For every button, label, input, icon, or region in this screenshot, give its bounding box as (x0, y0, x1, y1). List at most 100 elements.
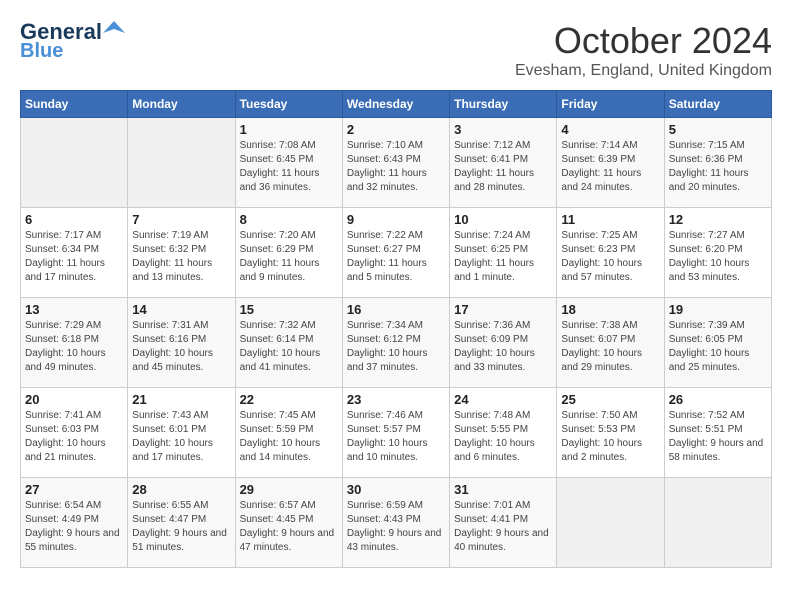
day-info: Sunrise: 6:55 AM Sunset: 4:47 PM Dayligh… (132, 499, 230, 555)
location: Evesham, England, United Kingdom (515, 62, 772, 80)
day-number: 27 (25, 482, 123, 497)
logo: General Blue (20, 20, 125, 62)
day-number: 25 (561, 392, 659, 407)
day-number: 8 (240, 212, 338, 227)
day-info: Sunrise: 7:43 AM Sunset: 6:01 PM Dayligh… (132, 409, 230, 465)
day-number: 22 (240, 392, 338, 407)
day-number: 10 (454, 212, 552, 227)
calendar-cell: 19 Sunrise: 7:39 AM Sunset: 6:05 PM Dayli… (664, 298, 771, 388)
day-number: 17 (454, 302, 552, 317)
calendar-week-row-2: 6 Sunrise: 7:17 AM Sunset: 6:34 PM Daylig… (21, 208, 772, 298)
day-number: 28 (132, 482, 230, 497)
calendar-cell: 2 Sunrise: 7:10 AM Sunset: 6:43 PM Daylig… (342, 118, 449, 208)
calendar-cell: 17 Sunrise: 7:36 AM Sunset: 6:09 PM Dayli… (450, 298, 557, 388)
day-info: Sunrise: 7:19 AM Sunset: 6:32 PM Dayligh… (132, 229, 230, 285)
day-number: 9 (347, 212, 445, 227)
col-tuesday: Tuesday (235, 91, 342, 118)
calendar-cell: 5 Sunrise: 7:15 AM Sunset: 6:36 PM Daylig… (664, 118, 771, 208)
day-number: 15 (240, 302, 338, 317)
day-number: 1 (240, 122, 338, 137)
calendar-header-row: Sunday Monday Tuesday Wednesday Thursday… (21, 91, 772, 118)
day-info: Sunrise: 7:32 AM Sunset: 6:14 PM Dayligh… (240, 319, 338, 375)
calendar-cell: 9 Sunrise: 7:22 AM Sunset: 6:27 PM Daylig… (342, 208, 449, 298)
calendar-cell: 14Sunrise: 7:31 AM Sunset: 6:16 PM Dayli… (128, 298, 235, 388)
col-friday: Friday (557, 91, 664, 118)
day-number: 21 (132, 392, 230, 407)
day-number: 11 (561, 212, 659, 227)
calendar-cell: 25 Sunrise: 7:50 AM Sunset: 5:53 PM Dayli… (557, 388, 664, 478)
calendar-cell: 15 Sunrise: 7:32 AM Sunset: 6:14 PM Dayli… (235, 298, 342, 388)
day-info: Sunrise: 7:24 AM Sunset: 6:25 PM Dayligh… (454, 229, 552, 285)
logo-bird-icon (103, 19, 125, 41)
day-info: Sunrise: 7:08 AM Sunset: 6:45 PM Dayligh… (240, 139, 338, 195)
calendar-cell (557, 478, 664, 568)
calendar-cell: 10 Sunrise: 7:24 AM Sunset: 6:25 PM Dayli… (450, 208, 557, 298)
day-number: 30 (347, 482, 445, 497)
calendar-cell: 8 Sunrise: 7:20 AM Sunset: 6:29 PM Daylig… (235, 208, 342, 298)
day-number: 7 (132, 212, 230, 227)
day-info: Sunrise: 6:59 AM Sunset: 4:43 PM Dayligh… (347, 499, 445, 555)
calendar-cell: 27 Sunrise: 6:54 AM Sunset: 4:49 PM Dayli… (21, 478, 128, 568)
day-info: Sunrise: 7:22 AM Sunset: 6:27 PM Dayligh… (347, 229, 445, 285)
day-info: Sunrise: 7:12 AM Sunset: 6:41 PM Dayligh… (454, 139, 552, 195)
col-wednesday: Wednesday (342, 91, 449, 118)
day-number: 31 (454, 482, 552, 497)
day-number: 12 (669, 212, 767, 227)
calendar-cell: 18Sunrise: 7:38 AM Sunset: 6:07 PM Dayli… (557, 298, 664, 388)
calendar-cell: 23Sunrise: 7:46 AM Sunset: 5:57 PM Dayli… (342, 388, 449, 478)
title-section: October 2024 Evesham, England, United Ki… (515, 20, 772, 80)
day-number: 5 (669, 122, 767, 137)
day-info: Sunrise: 7:48 AM Sunset: 5:55 PM Dayligh… (454, 409, 552, 465)
day-info: Sunrise: 7:20 AM Sunset: 6:29 PM Dayligh… (240, 229, 338, 285)
day-info: Sunrise: 7:15 AM Sunset: 6:36 PM Dayligh… (669, 139, 767, 195)
calendar-week-row-4: 20 Sunrise: 7:41 AM Sunset: 6:03 PM Dayli… (21, 388, 772, 478)
calendar-cell (664, 478, 771, 568)
day-number: 23 (347, 392, 445, 407)
day-info: Sunrise: 7:41 AM Sunset: 6:03 PM Dayligh… (25, 409, 123, 465)
calendar-table: Sunday Monday Tuesday Wednesday Thursday… (20, 90, 772, 568)
day-number: 26 (669, 392, 767, 407)
page-header: General Blue October 2024 Evesham, Engla… (20, 20, 772, 80)
calendar-cell: 11 Sunrise: 7:25 AM Sunset: 6:23 PM Dayli… (557, 208, 664, 298)
calendar-cell: 30 Sunrise: 6:59 AM Sunset: 4:43 PM Dayli… (342, 478, 449, 568)
day-info: Sunrise: 7:45 AM Sunset: 5:59 PM Dayligh… (240, 409, 338, 465)
day-info: Sunrise: 7:50 AM Sunset: 5:53 PM Dayligh… (561, 409, 659, 465)
day-info: Sunrise: 7:17 AM Sunset: 6:34 PM Dayligh… (25, 229, 123, 285)
day-number: 20 (25, 392, 123, 407)
calendar-cell: 1 Sunrise: 7:08 AM Sunset: 6:45 PM Daylig… (235, 118, 342, 208)
col-thursday: Thursday (450, 91, 557, 118)
calendar-cell: 29Sunrise: 6:57 AM Sunset: 4:45 PM Dayli… (235, 478, 342, 568)
day-info: Sunrise: 7:39 AM Sunset: 6:05 PM Dayligh… (669, 319, 767, 375)
day-number: 29 (240, 482, 338, 497)
calendar-cell (128, 118, 235, 208)
day-info: Sunrise: 7:36 AM Sunset: 6:09 PM Dayligh… (454, 319, 552, 375)
day-number: 6 (25, 212, 123, 227)
day-number: 3 (454, 122, 552, 137)
day-number: 19 (669, 302, 767, 317)
day-info: Sunrise: 7:27 AM Sunset: 6:20 PM Dayligh… (669, 229, 767, 285)
calendar-cell: 13Sunrise: 7:29 AM Sunset: 6:18 PM Dayli… (21, 298, 128, 388)
day-number: 18 (561, 302, 659, 317)
day-info: Sunrise: 7:10 AM Sunset: 6:43 PM Dayligh… (347, 139, 445, 195)
calendar-cell: 21 Sunrise: 7:43 AM Sunset: 6:01 PM Dayli… (128, 388, 235, 478)
day-info: Sunrise: 7:29 AM Sunset: 6:18 PM Dayligh… (25, 319, 123, 375)
calendar-cell (21, 118, 128, 208)
day-info: Sunrise: 7:31 AM Sunset: 6:16 PM Dayligh… (132, 319, 230, 375)
day-info: Sunrise: 7:25 AM Sunset: 6:23 PM Dayligh… (561, 229, 659, 285)
calendar-cell: 28 Sunrise: 6:55 AM Sunset: 4:47 PM Dayli… (128, 478, 235, 568)
day-info: Sunrise: 7:52 AM Sunset: 5:51 PM Dayligh… (669, 409, 767, 465)
day-number: 24 (454, 392, 552, 407)
day-info: Sunrise: 7:14 AM Sunset: 6:39 PM Dayligh… (561, 139, 659, 195)
day-number: 2 (347, 122, 445, 137)
calendar-cell: 16Sunrise: 7:34 AM Sunset: 6:12 PM Dayli… (342, 298, 449, 388)
calendar-week-row-5: 27 Sunrise: 6:54 AM Sunset: 4:49 PM Dayli… (21, 478, 772, 568)
calendar-cell: 7 Sunrise: 7:19 AM Sunset: 6:32 PM Daylig… (128, 208, 235, 298)
calendar-week-row-1: 1 Sunrise: 7:08 AM Sunset: 6:45 PM Daylig… (21, 118, 772, 208)
calendar-cell: 24 Sunrise: 7:48 AM Sunset: 5:55 PM Dayli… (450, 388, 557, 478)
day-number: 4 (561, 122, 659, 137)
calendar-cell: 22 Sunrise: 7:45 AM Sunset: 5:59 PM Dayli… (235, 388, 342, 478)
calendar-cell: 26 Sunrise: 7:52 AM Sunset: 5:51 PM Dayli… (664, 388, 771, 478)
col-sunday: Sunday (21, 91, 128, 118)
day-info: Sunrise: 6:54 AM Sunset: 4:49 PM Dayligh… (25, 499, 123, 555)
calendar-cell: 4 Sunrise: 7:14 AM Sunset: 6:39 PM Daylig… (557, 118, 664, 208)
